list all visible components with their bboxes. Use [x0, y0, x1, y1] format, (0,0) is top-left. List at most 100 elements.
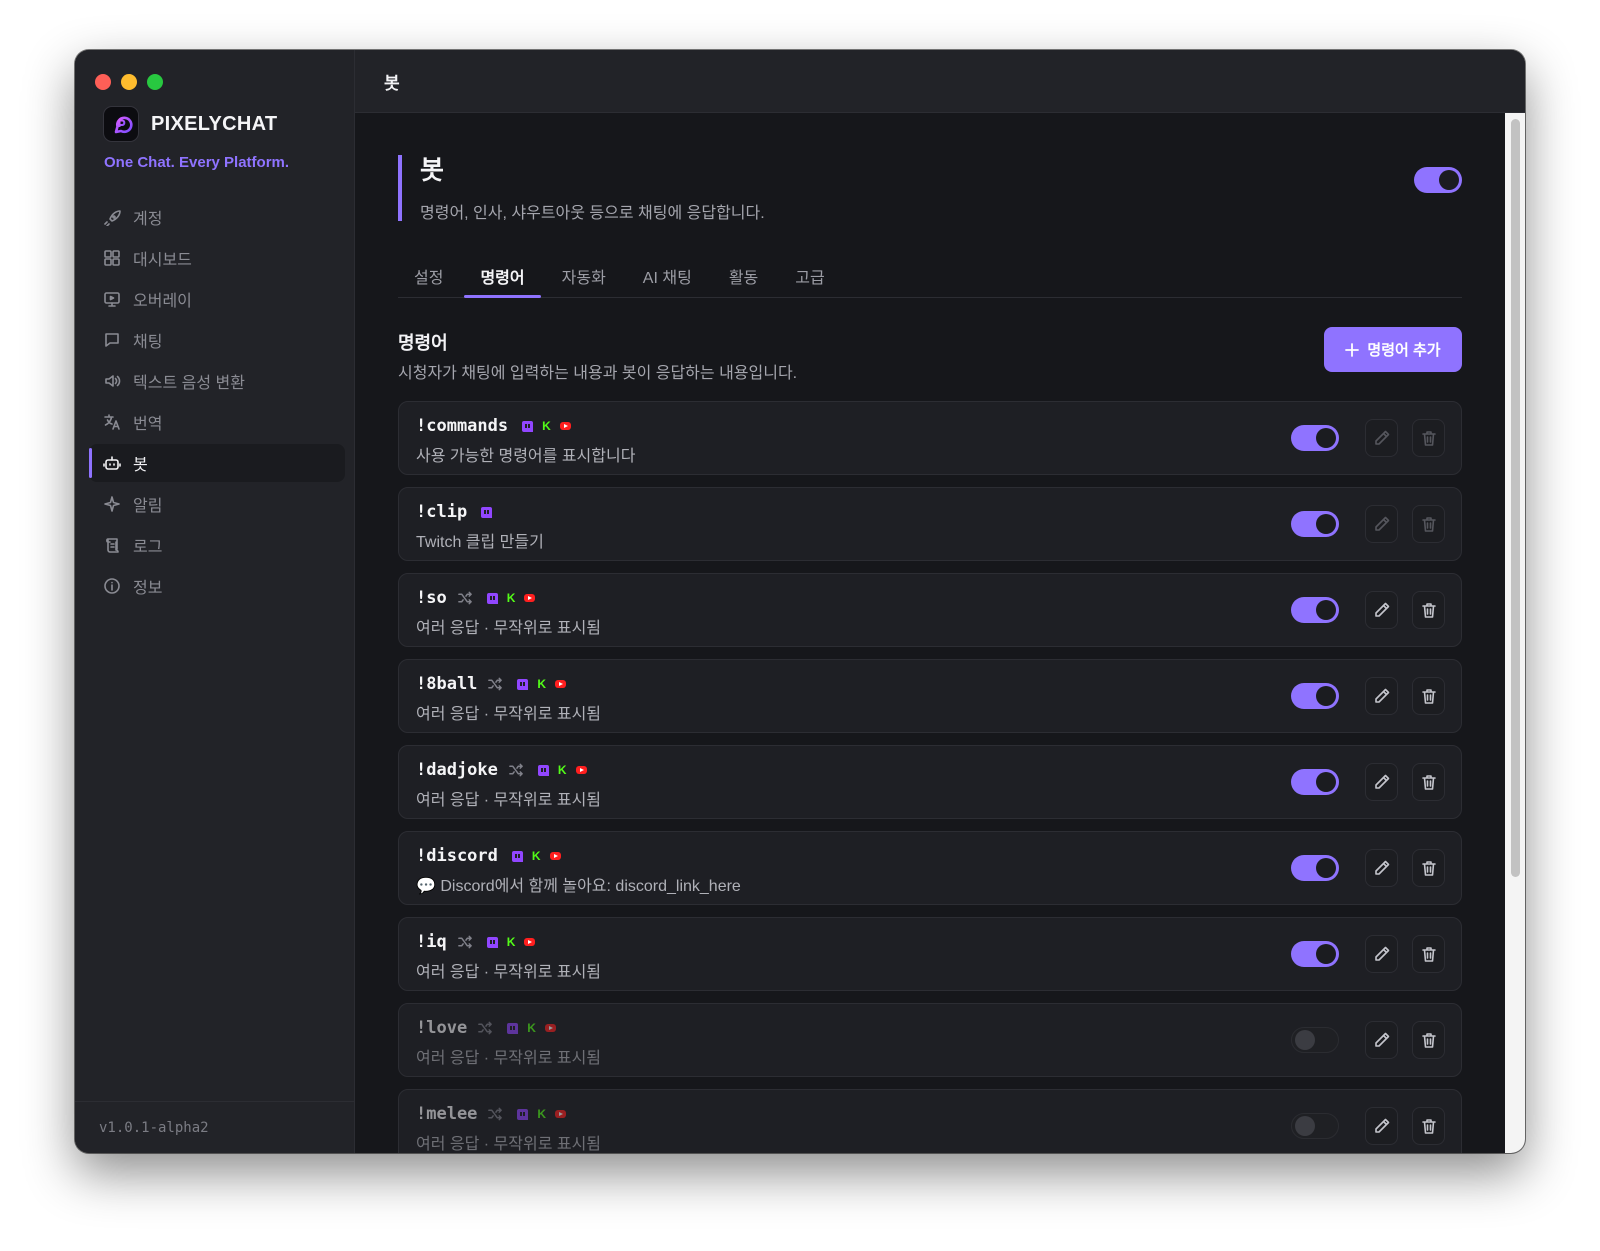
sidebar-item-translate[interactable]: 번역: [89, 403, 345, 441]
bot-icon: [103, 456, 121, 470]
add-command-button[interactable]: 명령어 추가: [1324, 327, 1462, 372]
kick-icon: K: [537, 1106, 547, 1121]
pencil-icon: [1374, 774, 1389, 789]
delete-command-button[interactable]: [1412, 419, 1445, 457]
sidebar-item-label: 대시보드: [133, 252, 192, 269]
sidebar-item-speaker[interactable]: 텍스트 음성 변환: [89, 362, 345, 400]
twitch-icon: [522, 420, 534, 432]
youtube-icon: [549, 852, 561, 860]
grid-icon: [104, 250, 120, 266]
sidebar-item-label: 봇: [133, 457, 148, 474]
command-row: !so K 여러 응답 · 무작위로 표시됨: [398, 573, 1462, 647]
youtube-icon: [524, 594, 536, 602]
pencil-icon: [1374, 1032, 1389, 1047]
tab-0[interactable]: 설정: [398, 250, 459, 297]
maximize-window-button[interactable]: [147, 74, 163, 90]
command-enabled-toggle[interactable]: [1291, 941, 1339, 967]
edit-command-button[interactable]: [1365, 849, 1398, 887]
kick-icon: K: [506, 590, 516, 605]
edit-command-button[interactable]: [1365, 505, 1398, 543]
close-window-button[interactable]: [95, 74, 111, 90]
scrollbar-thumb[interactable]: [1511, 119, 1520, 877]
trash-icon: [1421, 947, 1436, 962]
command-enabled-toggle[interactable]: [1291, 855, 1339, 881]
topbar: 봇: [355, 50, 1525, 113]
edit-command-button[interactable]: [1365, 677, 1398, 715]
delete-command-button[interactable]: [1412, 677, 1445, 715]
scrollbar[interactable]: [1505, 113, 1525, 1153]
translate-icon: [104, 414, 120, 430]
command-enabled-toggle[interactable]: [1291, 511, 1339, 537]
command-enabled-toggle[interactable]: [1291, 683, 1339, 709]
trash-icon: [1421, 861, 1436, 876]
main-content: 봇 명령어, 인사, 샤우트아웃 등으로 채팅에 응답합니다. 설정 명령어 자동화…: [355, 113, 1505, 1153]
trash-icon: [1421, 517, 1436, 532]
command-enabled-toggle[interactable]: [1291, 769, 1339, 795]
command-name: !discord: [416, 846, 498, 866]
topbar-title: 봇: [384, 73, 400, 93]
tab-2[interactable]: 자동화: [546, 250, 622, 297]
page-title: 봇: [420, 155, 444, 185]
platform-icons: [481, 506, 493, 518]
edit-command-button[interactable]: [1365, 1021, 1398, 1059]
command-enabled-toggle[interactable]: [1291, 597, 1339, 623]
tab-5[interactable]: 고급: [779, 250, 840, 297]
shuffle-icon: [457, 591, 472, 605]
info-icon: [104, 578, 120, 594]
tab-3[interactable]: AI 채팅: [627, 250, 708, 297]
twitch-icon: [511, 850, 523, 862]
command-row: !clip Twitch 클립 만들기: [398, 487, 1462, 561]
delete-command-button[interactable]: [1412, 763, 1445, 801]
delete-command-button[interactable]: [1412, 591, 1445, 629]
trash-icon: [1421, 775, 1436, 790]
minimize-window-button[interactable]: [121, 74, 137, 90]
platform-icons: K: [537, 764, 587, 776]
command-enabled-toggle[interactable]: [1291, 425, 1339, 451]
edit-command-button[interactable]: [1365, 419, 1398, 457]
delete-command-button[interactable]: [1412, 1021, 1445, 1059]
kick-icon: K: [537, 676, 547, 691]
sidebar-item-sparkle[interactable]: 알림: [89, 485, 345, 523]
scroll-icon: [106, 538, 119, 553]
command-row: !discord K 💬 Discord에서 함께 놀아요: discord_lin…: [398, 831, 1462, 905]
shuffle-icon: [509, 763, 523, 777]
command-row: !melee K 여러 응답 · 무작위로 표시됨: [398, 1089, 1462, 1153]
monitor-icon: [104, 292, 120, 307]
platform-icons: K: [517, 676, 567, 691]
edit-command-button[interactable]: [1365, 1107, 1398, 1145]
shuffle-icon: [457, 935, 472, 949]
kick-icon: K: [527, 1020, 536, 1035]
command-enabled-toggle[interactable]: [1291, 1027, 1339, 1053]
delete-command-button[interactable]: [1412, 849, 1445, 887]
command-name: !so: [416, 588, 447, 608]
sidebar-item-label: 오버레이: [133, 293, 192, 310]
command-enabled-toggle[interactable]: [1291, 1113, 1339, 1139]
sidebar-item-chat[interactable]: 채팅: [89, 321, 345, 359]
delete-command-button[interactable]: [1412, 505, 1445, 543]
tab-bar: 설정 명령어 자동화 AI 채팅 활동 고급: [398, 250, 1462, 298]
shuffle-icon: [488, 1107, 503, 1121]
section-description: 시청자가 채팅에 입력하는 내용과 봇이 응답하는 내용입니다.: [398, 365, 798, 382]
sidebar-item-bot[interactable]: 봇: [89, 444, 345, 482]
tab-1[interactable]: 명령어: [464, 250, 541, 298]
sidebar-item-scroll[interactable]: 로그: [89, 526, 345, 564]
sidebar-item-label: 정보: [133, 580, 163, 597]
tab-4[interactable]: 활동: [713, 250, 774, 297]
sidebar-item-monitor[interactable]: 오버레이: [89, 280, 345, 318]
sidebar-item-info[interactable]: 정보: [89, 567, 345, 605]
sidebar-item-grid[interactable]: 대시보드: [89, 239, 345, 277]
command-name: !love: [416, 1018, 468, 1038]
app-name: PIXELYCHAT: [151, 112, 278, 135]
delete-command-button[interactable]: [1412, 1107, 1445, 1145]
bot-enabled-toggle[interactable]: [1414, 167, 1462, 193]
edit-command-button[interactable]: [1365, 763, 1398, 801]
platform-icons: K: [507, 1020, 556, 1035]
twitch-icon: [537, 764, 549, 776]
sidebar-item-label: 로그: [133, 539, 163, 556]
sidebar-item-label: 번역: [133, 416, 163, 433]
twitch-icon: [507, 1022, 519, 1034]
edit-command-button[interactable]: [1365, 591, 1398, 629]
edit-command-button[interactable]: [1365, 935, 1398, 973]
sidebar-item-rocket[interactable]: 계정: [89, 198, 345, 236]
delete-command-button[interactable]: [1412, 935, 1445, 973]
